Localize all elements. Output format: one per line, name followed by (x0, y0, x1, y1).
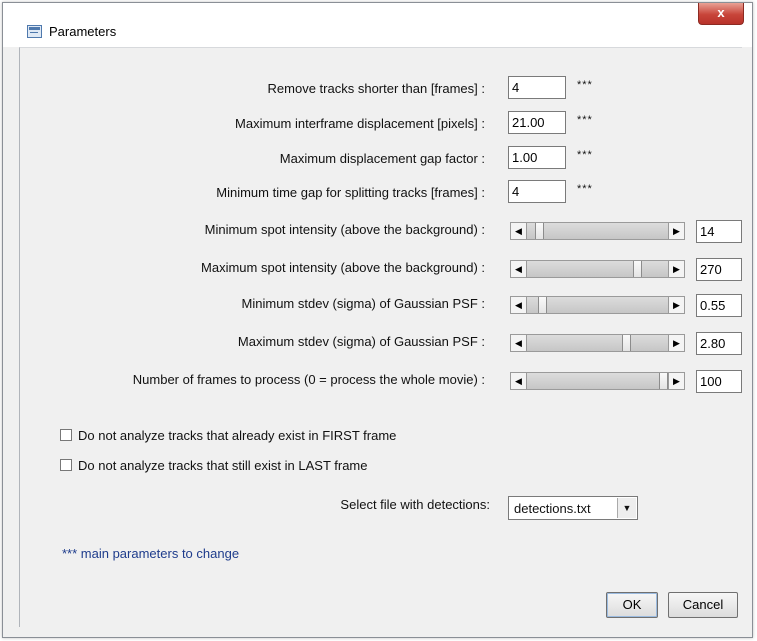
right-arrow-icon[interactable]: ▶ (668, 223, 684, 239)
min-sigma-value[interactable] (696, 294, 742, 317)
ok-button[interactable]: OK (606, 592, 658, 618)
title-bar[interactable]: Parameters x (3, 3, 752, 47)
window-icon (27, 25, 42, 38)
right-arrow-icon[interactable]: ▶ (668, 261, 684, 277)
slider-track[interactable] (527, 261, 668, 277)
min-intensity-value[interactable] (696, 220, 742, 243)
param-label-max-displacement: Maximum interframe displacement [pixels]… (235, 116, 485, 131)
slider-thumb[interactable] (633, 261, 642, 277)
close-button[interactable]: x (698, 3, 744, 25)
window-title: Parameters (49, 24, 117, 39)
detections-selected-value: detections.txt (514, 501, 591, 516)
left-arrow-icon[interactable]: ◀ (511, 297, 527, 313)
left-arrow-icon[interactable]: ◀ (511, 261, 527, 277)
param-label-min-track-length: Remove tracks shorter than [frames] : (267, 81, 485, 96)
max-sigma-slider[interactable]: ◀ ▶ (510, 334, 685, 352)
min-sigma-slider[interactable]: ◀ ▶ (510, 296, 685, 314)
right-arrow-icon[interactable]: ▶ (668, 373, 684, 389)
param-label-min-intensity: Minimum spot intensity (above the backgr… (204, 222, 485, 237)
left-arrow-icon[interactable]: ◀ (511, 373, 527, 389)
main-param-marker: *** (577, 183, 593, 195)
gap-factor-input[interactable] (508, 146, 566, 169)
right-arrow-icon[interactable]: ▶ (668, 335, 684, 351)
param-label-split-gap: Minimum time gap for splitting tracks [f… (216, 185, 485, 200)
param-label-max-intensity: Maximum spot intensity (above the backgr… (201, 260, 485, 275)
parameters-dialog: Parameters x (2, 2, 753, 638)
right-arrow-icon[interactable]: ▶ (668, 297, 684, 313)
slider-track[interactable] (527, 373, 668, 389)
slider-thumb[interactable] (622, 335, 631, 351)
slider-thumb[interactable] (535, 223, 544, 239)
param-label-max-sigma: Maximum stdev (sigma) of Gaussian PSF : (237, 334, 485, 349)
slider-track[interactable] (527, 335, 668, 351)
last-frame-checkbox[interactable] (60, 459, 72, 471)
max-intensity-slider[interactable]: ◀ ▶ (510, 260, 685, 278)
main-param-marker: *** (577, 114, 593, 126)
first-frame-checkbox[interactable] (60, 429, 72, 441)
cancel-button[interactable]: Cancel (668, 592, 738, 618)
max-displacement-input[interactable] (508, 111, 566, 134)
frames-value[interactable] (696, 370, 742, 393)
param-label-frames: Number of frames to process (0 = process… (132, 372, 485, 387)
min-intensity-slider[interactable]: ◀ ▶ (510, 222, 685, 240)
max-sigma-value[interactable] (696, 332, 742, 355)
left-arrow-icon[interactable]: ◀ (511, 335, 527, 351)
split-gap-input[interactable] (508, 180, 566, 203)
main-param-marker: *** (577, 79, 593, 91)
main-param-marker: *** (577, 149, 593, 161)
slider-thumb[interactable] (659, 373, 668, 389)
slider-track[interactable] (527, 223, 668, 239)
chevron-down-icon[interactable]: ▼ (617, 498, 636, 518)
slider-thumb[interactable] (538, 297, 547, 313)
main-parameters-note: *** main parameters to change (62, 546, 240, 561)
detections-file-select[interactable]: detections.txt ▼ (508, 496, 638, 520)
first-frame-checkbox-label: Do not analyze tracks that already exist… (78, 428, 397, 443)
left-arrow-icon[interactable]: ◀ (511, 223, 527, 239)
param-label-min-sigma: Minimum stdev (sigma) of Gaussian PSF : (241, 296, 485, 311)
param-label-gap-factor: Maximum displacement gap factor : (279, 151, 485, 166)
max-intensity-value[interactable] (696, 258, 742, 281)
slider-track[interactable] (527, 297, 668, 313)
min-track-length-input[interactable] (508, 76, 566, 99)
frames-slider[interactable]: ◀ ▶ (510, 372, 685, 390)
detections-label: Select file with detections: (340, 497, 490, 512)
last-frame-checkbox-label: Do not analyze tracks that still exist i… (78, 458, 368, 473)
